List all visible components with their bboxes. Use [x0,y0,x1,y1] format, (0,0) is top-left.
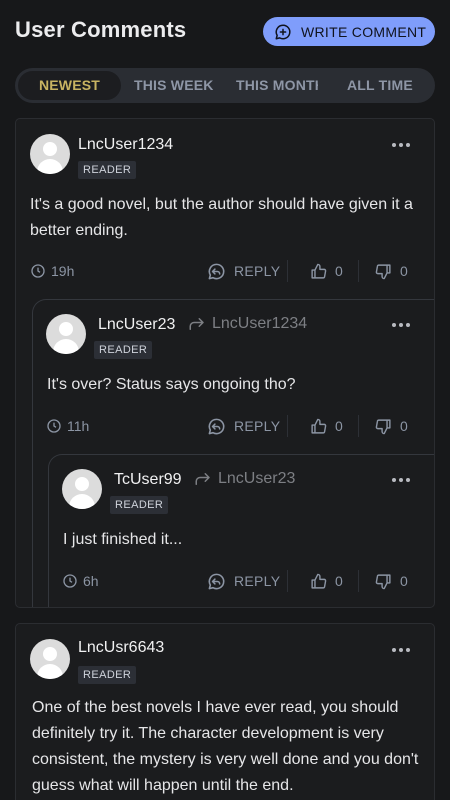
thumbs-up-icon [311,418,327,434]
dislike-button[interactable]: 0 [375,261,408,281]
like-button[interactable]: 0 [310,571,343,591]
comment-text: I just finished it... [63,531,183,548]
write-comment-label: WRITE COMMENT [301,23,427,40]
avatar[interactable] [46,314,86,354]
divider [358,570,359,592]
reply-button[interactable]: REPLY [207,261,280,281]
comment-card: LncUsr6643 READER One of the best novels… [15,623,435,800]
reply-icon [208,418,225,434]
avatar[interactable] [62,469,102,509]
like-count: 0 [335,263,344,279]
reader-badge: READER [78,161,137,179]
comment-text: It's over? Status says ongoing tho? [47,376,296,393]
more-dots-icon[interactable] [392,140,412,150]
reply-to-user[interactable]: LncUser23 [218,470,295,488]
like-button[interactable]: 0 [310,261,343,281]
time-label: 19h [51,263,75,279]
comment-text: It's a good novel, but the author should… [30,196,413,239]
tab-this-week[interactable]: THIS WEEK [134,68,234,103]
time-label: 6h [83,573,99,589]
divider [358,260,359,282]
filter-tabs: NEWEST THIS WEEK THIS MONTH ALL TIME [15,68,435,103]
username[interactable]: LncUser1234 [78,136,173,154]
reply-button[interactable]: REPLY [207,571,280,591]
avatar[interactable] [30,134,70,174]
forward-arrow-icon [195,473,210,485]
thumbs-up-icon [311,263,327,279]
dislike-count: 0 [400,573,409,589]
reply-label: REPLY [234,573,281,589]
username[interactable]: LncUsr6643 [78,639,164,657]
clock-icon [47,419,61,433]
reader-badge: READER [78,666,137,684]
like-count: 0 [335,573,344,589]
dislike-button[interactable]: 0 [375,416,408,436]
more-dots-icon[interactable] [392,645,412,655]
reader-badge: READER [94,341,153,359]
forward-arrow-icon [189,318,204,330]
comment-time: 6h [62,571,99,591]
reply-icon [208,263,225,279]
clock-icon [63,574,77,588]
like-button[interactable]: 0 [310,416,343,436]
divider [358,415,359,437]
avatar[interactable] [30,639,70,679]
comment-card: LncUser1234 READER It's a good novel, bu… [15,118,435,608]
reply-to: LncUser23 [194,470,295,488]
divider [287,260,288,282]
header: User Comments WRITE COMMENT [0,0,450,62]
reply-label: REPLY [234,263,281,279]
reply-to: LncUser1234 [188,315,307,333]
divider [287,415,288,437]
reply-label: REPLY [234,418,281,434]
more-dots-icon[interactable] [392,475,412,485]
clock-icon [31,264,45,278]
username[interactable]: LncUser23 [98,316,175,334]
thumbs-down-icon [375,573,391,589]
reply-to-user[interactable]: LncUser1234 [212,315,307,333]
page-title: User Comments [15,17,187,42]
write-comment-button[interactable]: WRITE COMMENT [263,17,435,46]
tab-this-month[interactable]: THIS MONTH [236,68,318,103]
comment-text: One of the best novels I have ever read,… [32,699,419,794]
divider [287,570,288,592]
reply-icon [208,573,225,589]
like-count: 0 [335,418,344,434]
reader-badge: READER [110,496,169,514]
thumbs-down-icon [375,263,391,279]
reply-button[interactable]: REPLY [207,416,280,436]
thumbs-up-icon [311,573,327,589]
comment-time: 11h [46,416,89,436]
more-dots-icon[interactable] [392,320,412,330]
tab-all-time[interactable]: ALL TIME [347,68,427,103]
time-label: 11h [67,418,90,434]
comment-time: 19h [30,261,74,281]
dislike-count: 0 [400,263,409,279]
thumbs-down-icon [375,418,391,434]
comment-plus-icon [275,23,291,39]
dislike-count: 0 [400,418,409,434]
username[interactable]: TcUser99 [114,471,182,489]
tab-newest[interactable]: NEWEST [18,71,121,100]
dislike-button[interactable]: 0 [375,571,408,591]
